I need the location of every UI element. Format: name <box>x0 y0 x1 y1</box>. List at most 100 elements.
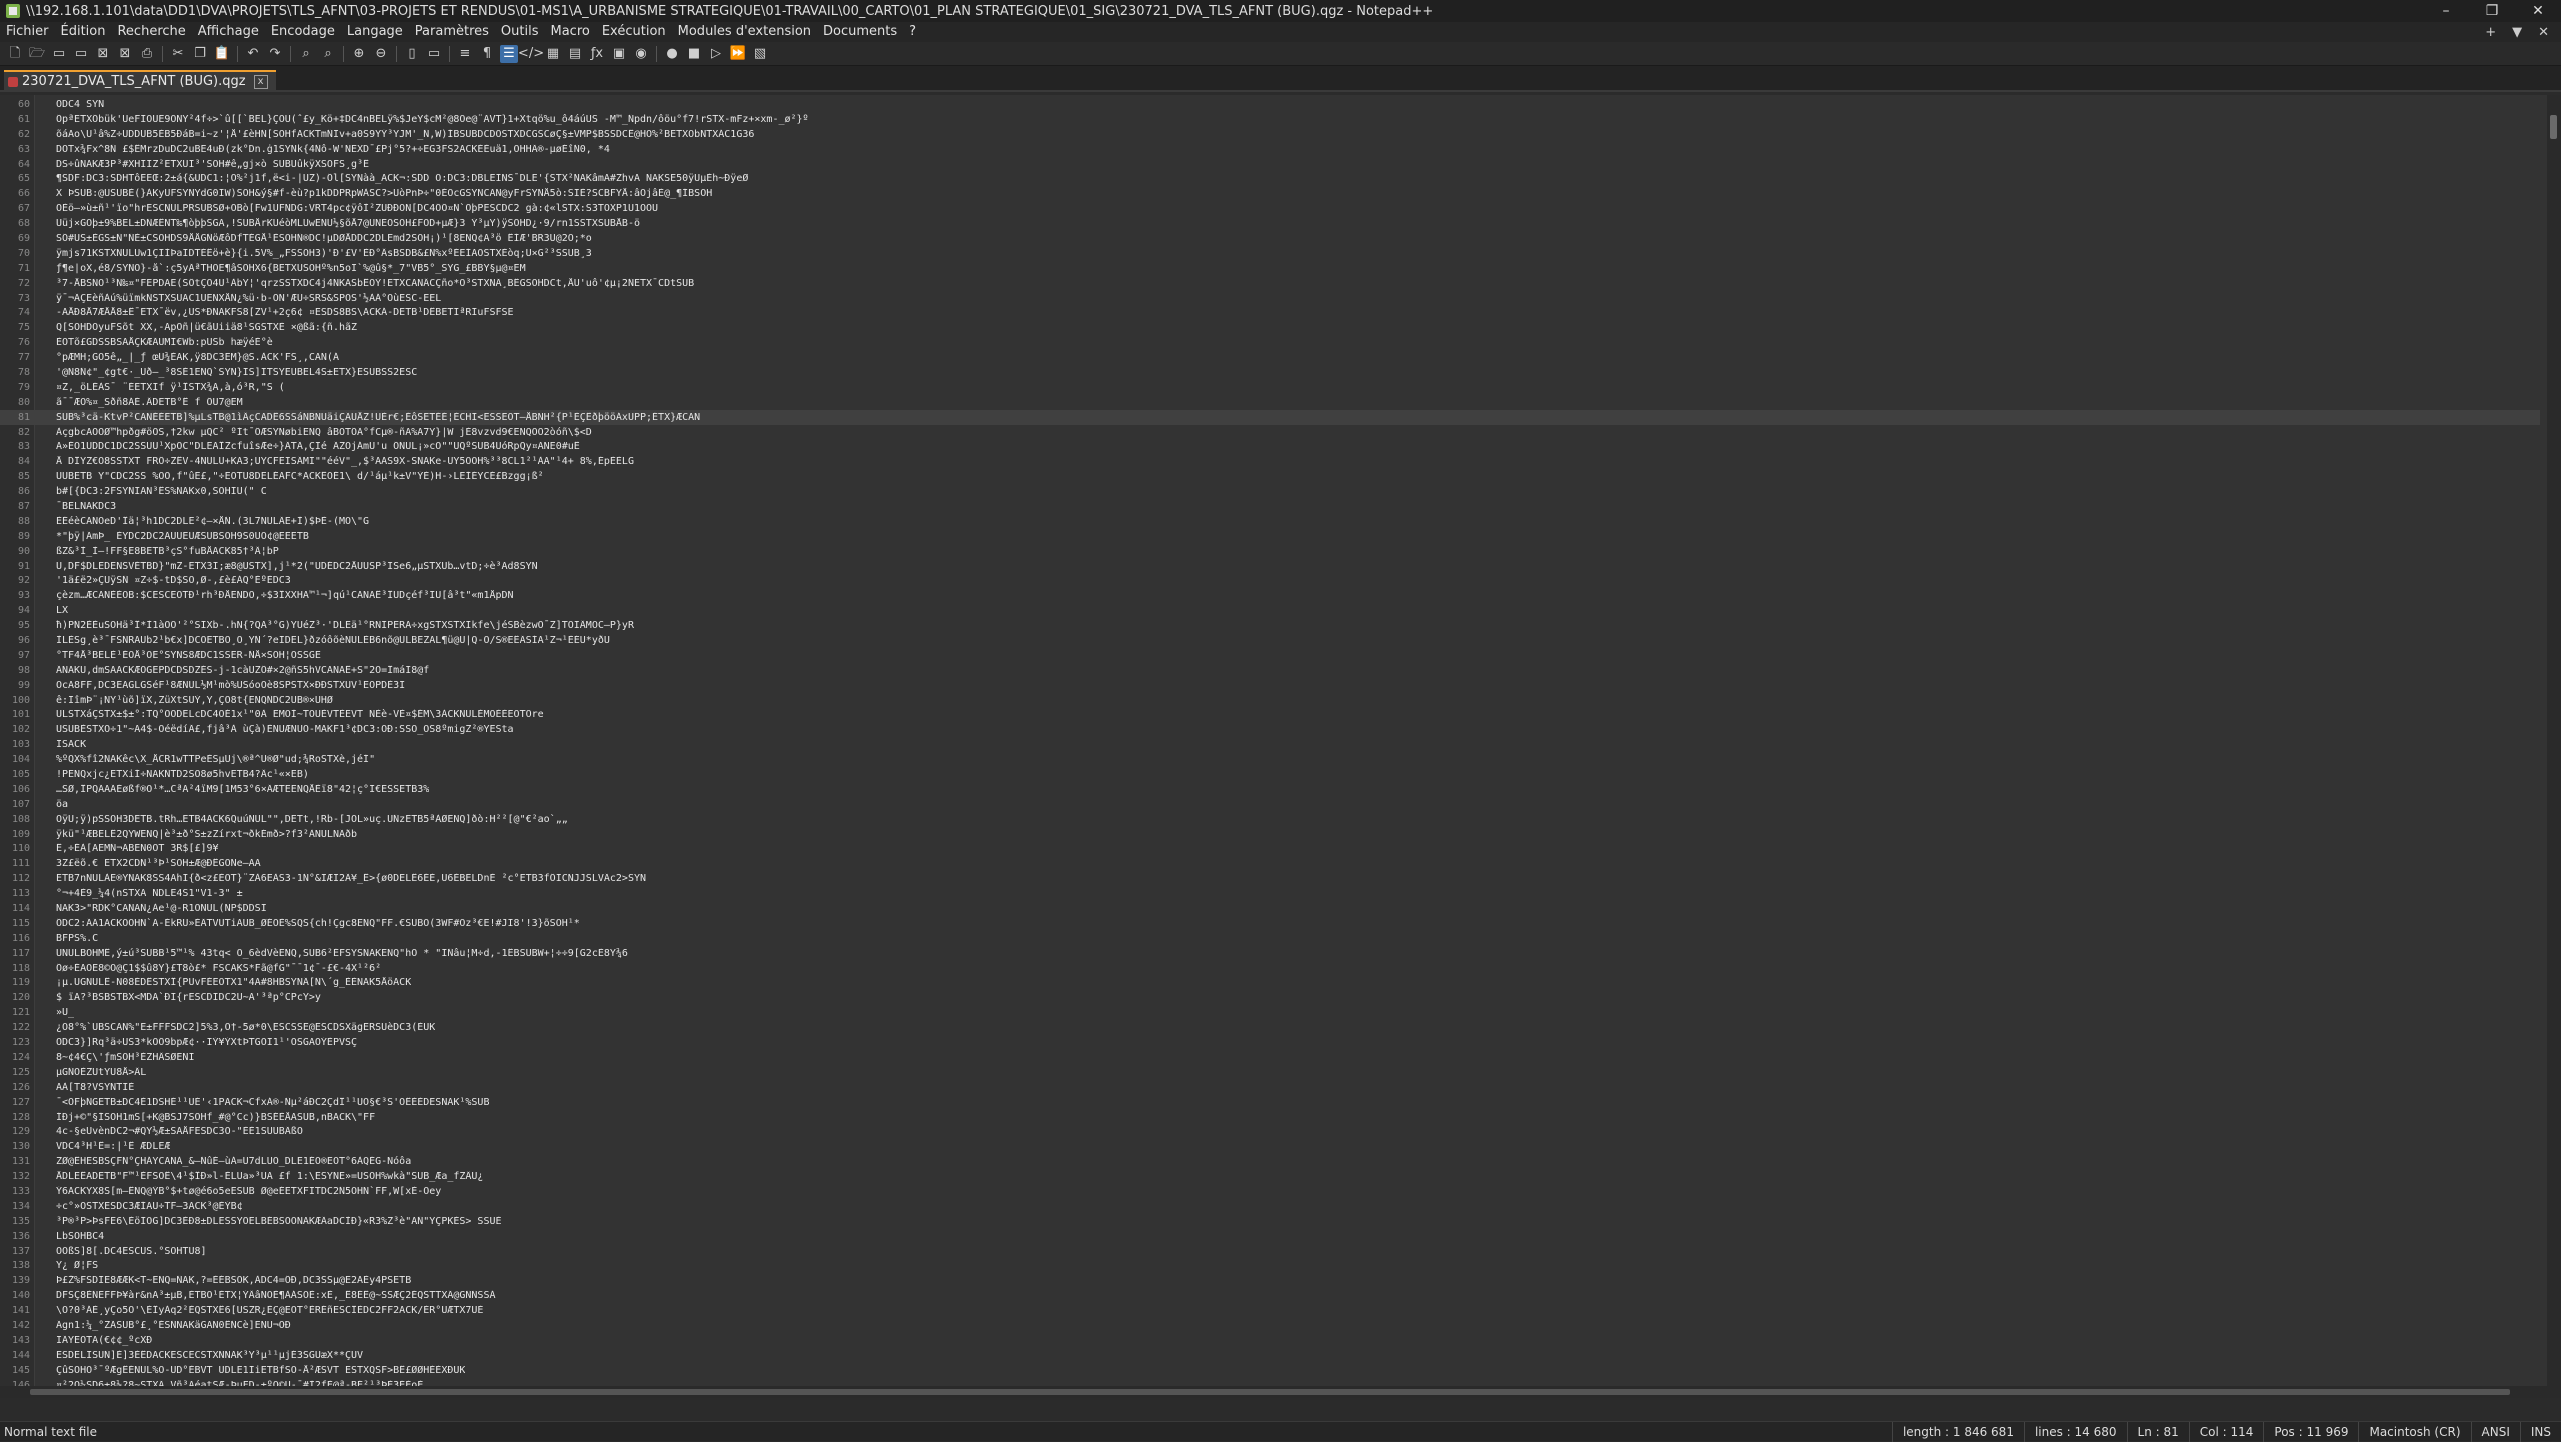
run-macro-multiple-icon[interactable]: ⏩ <box>729 45 747 63</box>
editor-line[interactable]: 145 ÇûSOHÖ³¯ºÆgÊÉNUL%Ó-ÛD°ÈBVT ÙDLE1IiETB… <box>0 1363 2540 1378</box>
editor-line[interactable]: 82 ÀçgbcAOOØ™hpðg#öOS,†2kw µQC² ºÍt¯ÕÆSYN… <box>0 425 2540 440</box>
editor-line[interactable]: 97 °TF4Å³BELÈ¹ÉÖÅ³ÔE°SYNS8ÆDC1SSER-ÑÅ×SOH… <box>0 648 2540 663</box>
editor-line[interactable]: 68 Ûüj×GÔþ±9%BEL±DÑÆÊNT‰¶òþþSGÄ,!SUBÅrKÚé… <box>0 216 2540 231</box>
editor-line[interactable]: 61 ÕpªETXÕbük'ÜeFIÔÙE9ÖNY²4f÷>`û[[`BEL}ÇÖ… <box>0 112 2540 127</box>
editor-line[interactable]: 143 IÃYEOTÄ(€¢¢_ºcXÐ <box>0 1333 2540 1348</box>
print-icon[interactable]: ⎙ <box>138 45 156 63</box>
editor-line[interactable]: 105 !PENQxjc¿ETXiÍ÷NAKÑTD2SÒ8ø5hvETB4?Âc¹… <box>0 767 2540 782</box>
menu-langage[interactable]: Langage <box>341 22 409 42</box>
editor-line[interactable]: 141 \Ó?0³ÁÈ¸yÇo5O'\ÈÎyÀq2²ÈQSTXÊ6[ÜŠZR¿ÈÇ… <box>0 1303 2540 1318</box>
editor-line[interactable]: 91 Ü,DF$DLEDENSVÉTBD}"mZ-ETX3I;æ8@ÚSTX],j… <box>0 559 2540 574</box>
menu-parametres[interactable]: Paramètres <box>409 22 495 42</box>
editor-line[interactable]: 125 µGÑÖÈZÜtYÜ8Å>ÂL <box>0 1065 2540 1080</box>
word-wrap-icon[interactable]: ≡ <box>456 45 474 63</box>
editor-line[interactable]: 67 ÖÈö—»ù±ñ¹'ïo"hrESCNULPRSUBSØ+ÒBò[Fw1ÚF… <box>0 201 2540 216</box>
indent-guide-icon[interactable]: ☰ <box>500 44 518 63</box>
close-document-icon[interactable]: ✕ <box>2538 25 2549 40</box>
undo-icon[interactable]: ↶ <box>244 45 262 63</box>
minimize-button[interactable]: – <box>2423 0 2469 22</box>
editor-line[interactable]: 121 »U_ <box>0 1005 2540 1020</box>
menu-macro[interactable]: Macro <box>545 22 596 42</box>
editor-line[interactable]: 85 ÙÜBETB Y"CDC2SS %ÖÔ,f"ûE£,"÷EOTÜ8DELÉA… <box>0 469 2540 484</box>
editor-line[interactable]: 135 ³P®³P>ÞsFE6\ÈöIÖG]DC3ÈÐ8±DLESSYÖELBÉB… <box>0 1214 2540 1229</box>
editor-line[interactable]: 89 *"þÿ|ÃmÞ_ ÈŸDC2DC2ÃÜÙEÚÆSUBSOH9S0UÓ¢@E… <box>0 529 2540 544</box>
editor-line[interactable]: 129 4c-§eÜvènDC2¬#QY½Æ±SAÅFESDC3Ò-"ÈÈ1SÙU… <box>0 1124 2540 1139</box>
editor-line[interactable]: 71 ƒ¶e|oX,é8/SYNO}-å`:ç5yÃªTHOE¶âSOHX6{BE… <box>0 261 2540 276</box>
close-button[interactable]: ✕ <box>2515 0 2561 22</box>
editor-line[interactable]: 114 NAK3>"RDK°CANÄÑ¿Àe¹@-R1ÒNUL(NP$DDSI <box>0 901 2540 916</box>
editor-line[interactable]: 70 ÿmjs71KSTXNULÙw1ÇÏÌÞaIDTÉÊö+è}{i.5V%_„… <box>0 246 2540 261</box>
zoom-in-icon[interactable]: ⊕ <box>350 45 368 63</box>
editor-line[interactable]: 140 DFSÇ8ÈÑEFFÞ¥àr&nA³±µB,ÈTBÔ¹ÈTX¦ÝÂâNOÈ… <box>0 1288 2540 1303</box>
folder-workspace-icon[interactable]: ▣ <box>610 45 628 63</box>
editor-line[interactable]: 122 ¿Ö8°%`ÙBSCAN%"E±FFFSDC2]5%3,Ö†-5ø*0\E… <box>0 1020 2540 1035</box>
tab-document[interactable]: 230721_DVA_TLS_AFNT (BUG).qgz x <box>4 70 276 92</box>
editor-line[interactable]: 131 ZØ@ÊHESBSÇFN°ÇHÁYCANÀ_&—ÑûÉ—ùÁ=Û7dLÜÔ… <box>0 1154 2540 1169</box>
function-list-icon[interactable]: ƒx <box>588 45 606 63</box>
editor-line[interactable]: 127 ¯<ÒFþÑGETB±DC4È1DSHÉ¹¹ÜÉ'‹1PACK¬CfxÁ®… <box>0 1095 2540 1110</box>
find-icon[interactable]: ⌕ <box>297 45 315 63</box>
editor-line[interactable]: 116 BFPS%.C <box>0 931 2540 946</box>
editor-line[interactable]: 98 ÃNAKÛ,dmSÄACKÆÒGEPDCDSDZÉS-j-1càÙZÕ#×2… <box>0 663 2540 678</box>
editor-line[interactable]: 134 ÷c°»ÒSTXESDC3ÆÍÄÜ÷TF—3ACK³@ÈÝB¢ <box>0 1199 2540 1214</box>
save-all-icon[interactable]: ▭ <box>72 45 90 63</box>
editor-line[interactable]: 75 Q[SOHDOyuFSõt XX,-ApÔñ|ü€ãUiiä8¹SGSTXÈ… <box>0 320 2540 335</box>
editor-line[interactable]: 126 ÄÀ[T8?VSYNTIÈ <box>0 1080 2540 1095</box>
cut-icon[interactable]: ✂ <box>169 45 187 63</box>
editor-line[interactable]: 63 DÒTx¾Fx^8Ñ £$ÊMrzDuDC2uBE4uÐ(zk°Dn.ġ1S… <box>0 142 2540 157</box>
editor-line[interactable]: 132 ÅDLEÊÄDETB"F™¹ÈFSÖÊ\4¹$ÎÐ»l-ÈLÙa»³ÜÄ … <box>0 1169 2540 1184</box>
status-eol[interactable]: Macintosh (CR) <box>2358 1421 2470 1442</box>
editor-line[interactable]: 101 ÙLSTXáÇSTX±$±°:TQ°OÒDELcDC4ÒÉ1x¹"0À E… <box>0 708 2540 723</box>
menu-recherche[interactable]: Recherche <box>111 22 191 42</box>
editor-line[interactable]: 103 ISACK <box>0 737 2540 752</box>
editor-line[interactable]: 77 °pÆMH;GO5ê„_|_ƒ œÙ¾ÈAK,ÿ8DC3EM}@S.ÀCK'… <box>0 350 2540 365</box>
editor-line[interactable]: 73 ÿ¯¬ÃÇEèñÀú%üïmkÑSTXSUAC1UENXÅÑ¿%ü·b-ÔN… <box>0 291 2540 306</box>
editor-line[interactable]: 102 ÙSUBÈSTXÔ÷1"~A4$-ÔéëdíÃ£,fjâ³À ùÇà)ÈN… <box>0 722 2540 737</box>
close-all-icon[interactable]: ⊠ <box>116 45 134 63</box>
sync-horizontal-icon[interactable]: ▭ <box>425 45 443 63</box>
editor-line[interactable]: 62 õáÄo\Ü¹â%Z÷ÜDDUB5ÈB5ÐáB=i~z'¦Å'£èHÑ[SO… <box>0 127 2540 142</box>
new-tab-plus-icon[interactable]: + <box>2485 25 2496 40</box>
editor-line[interactable]: 93 çèzm…ÆCANÈÈÓB:$CESCEOTÐ¹rh³ÐÅENDÔ,÷$3Î… <box>0 588 2540 603</box>
editor-line[interactable]: 124 8~¢4€Ç\'ƒmSOH³ÈZHÂSØENI <box>0 1050 2540 1065</box>
editor-line[interactable]: 104 %ºQX%fî2NAKêc\X_ÅCR1wTTPeÈSµÚj\®ª^Ü®Ø… <box>0 752 2540 767</box>
menu-modules-extension[interactable]: Modules d'extension <box>672 22 817 42</box>
editor-line[interactable]: 111 3Z£ëõ.€ ETX2CDN¹³Þ¹SOH±Æ@ÐÊGÔNe—ÄÄ <box>0 856 2540 871</box>
editor-line[interactable]: 110 Ê,÷ÉÀ[ÄEMÑ¬ÃBEN0OT 3R$[£]9¥ <box>0 842 2540 857</box>
editor-line[interactable]: 80 ã¯¯ÆÒ%¤_Sðñ8ÁÉ.ÂDETB°Ê f ÕÛ7@EM <box>0 395 2540 410</box>
horizontal-scroll-thumb[interactable] <box>30 1389 2510 1395</box>
show-all-characters-icon[interactable]: ¶ <box>478 45 496 63</box>
play-macro-icon[interactable]: ▷ <box>707 45 725 63</box>
status-encoding[interactable]: ANSI <box>2470 1421 2520 1442</box>
menu-outils[interactable]: Outils <box>495 22 545 42</box>
sync-vertical-icon[interactable]: ▯ <box>403 45 421 63</box>
tab-close-icon[interactable]: x <box>253 75 268 89</box>
editor-line[interactable]: 106 …SØ,ÎPQÃÄÃÉøßf®Ò¹*…CªA²4ïM9[1M53°6×ÃÆ… <box>0 782 2540 797</box>
editor-line[interactable]: 138 Ÿ¿ Ø¦FS <box>0 1258 2540 1273</box>
editor-line[interactable]: 137 ÖÓßS]8[.DC4ESCÜS.°SOHTÜ8] <box>0 1244 2540 1259</box>
editor-line[interactable]: 64 DS÷ûNAKÆ3P³#XHÏÏZ²ETXÜI³'SOH#ê„gj×ò SU… <box>0 157 2540 172</box>
editor-line[interactable]: 100 ê:ÏîmÞ¨¡NY¹ùõ]ïX,ZüXtSÙÝ,Y,ÇÒ8t{ENQÑD… <box>0 693 2540 708</box>
menu-documents[interactable]: Documents <box>817 22 903 42</box>
editor-line[interactable]: 86 b#[{DC3:2FSYNIAN³ÊS%NAKx0,SOHÏÙ(" C <box>0 484 2540 499</box>
menu-encodage[interactable]: Encodage <box>265 22 341 42</box>
tab-list-down-icon[interactable]: ▼ <box>2512 25 2522 40</box>
save-icon[interactable]: ▭ <box>50 45 68 63</box>
editor-line[interactable]: 92 '1ä£ë2»ÇÜÿSÑ ¤Z÷$-tD$SÔ,Ø-,£è£ÁQ°ÈºÈDC… <box>0 574 2540 589</box>
editor-line[interactable]: 133 Ý6ACKYX8S[m—ÊNQ@ÝB°$+tø@é6o5eESUB Ø@e… <box>0 1184 2540 1199</box>
editor-line[interactable]: 60 ÒDC4 SYN <box>0 97 2540 112</box>
horizontal-scrollbar[interactable] <box>0 1386 2547 1398</box>
editor-line[interactable]: 112 ETB7nNULÀE®YNAK8SS4ÄhÏ{ð<z£ÈOT}¨ZÀ6EÀ… <box>0 871 2540 886</box>
editor-line[interactable]: 142 Ãgn1:¼_°ZÃSUB°£¸°ÉSÑNAKäGAN0ÊÑCè]ENÚ¬… <box>0 1318 2540 1333</box>
copy-icon[interactable]: ❐ <box>191 45 209 63</box>
editor-line[interactable]: 108 ÖÿÛ;ÿ)pSSOH3DETB.tRh…ETB4ACK6QuúNUL""… <box>0 812 2540 827</box>
vertical-scroll-thumb[interactable] <box>2550 115 2557 139</box>
paste-icon[interactable]: 📋 <box>213 45 231 63</box>
editor-line[interactable]: 95 ħ)PÑ2ÈÈuSOHä³Î*Ì1àÒÒ'²°SIXb-.hN{?QÄ³°G… <box>0 618 2540 633</box>
editor-line[interactable]: 81 SUB%³cä-KtvP²CANÉÉETB]%µLsTB@1ìÂçCADÊ6… <box>0 409 2540 425</box>
replace-icon[interactable]: ⌕ <box>319 45 337 63</box>
menu-execution[interactable]: Exécution <box>596 22 672 42</box>
editor-line[interactable]: 96 ÌLÈSg¸è³¯FSNRAUb2¹b€x]DCÒETBÒ¸Ò¸YÑ´?eÏ… <box>0 633 2540 648</box>
editor-line[interactable]: 88 ÈÉéèCANÒeD'Îä¦³h1DC2DLE²¢—×ÅÑ.(3L7NULÃ… <box>0 514 2540 529</box>
editor-line[interactable]: 107 öa <box>0 797 2540 812</box>
